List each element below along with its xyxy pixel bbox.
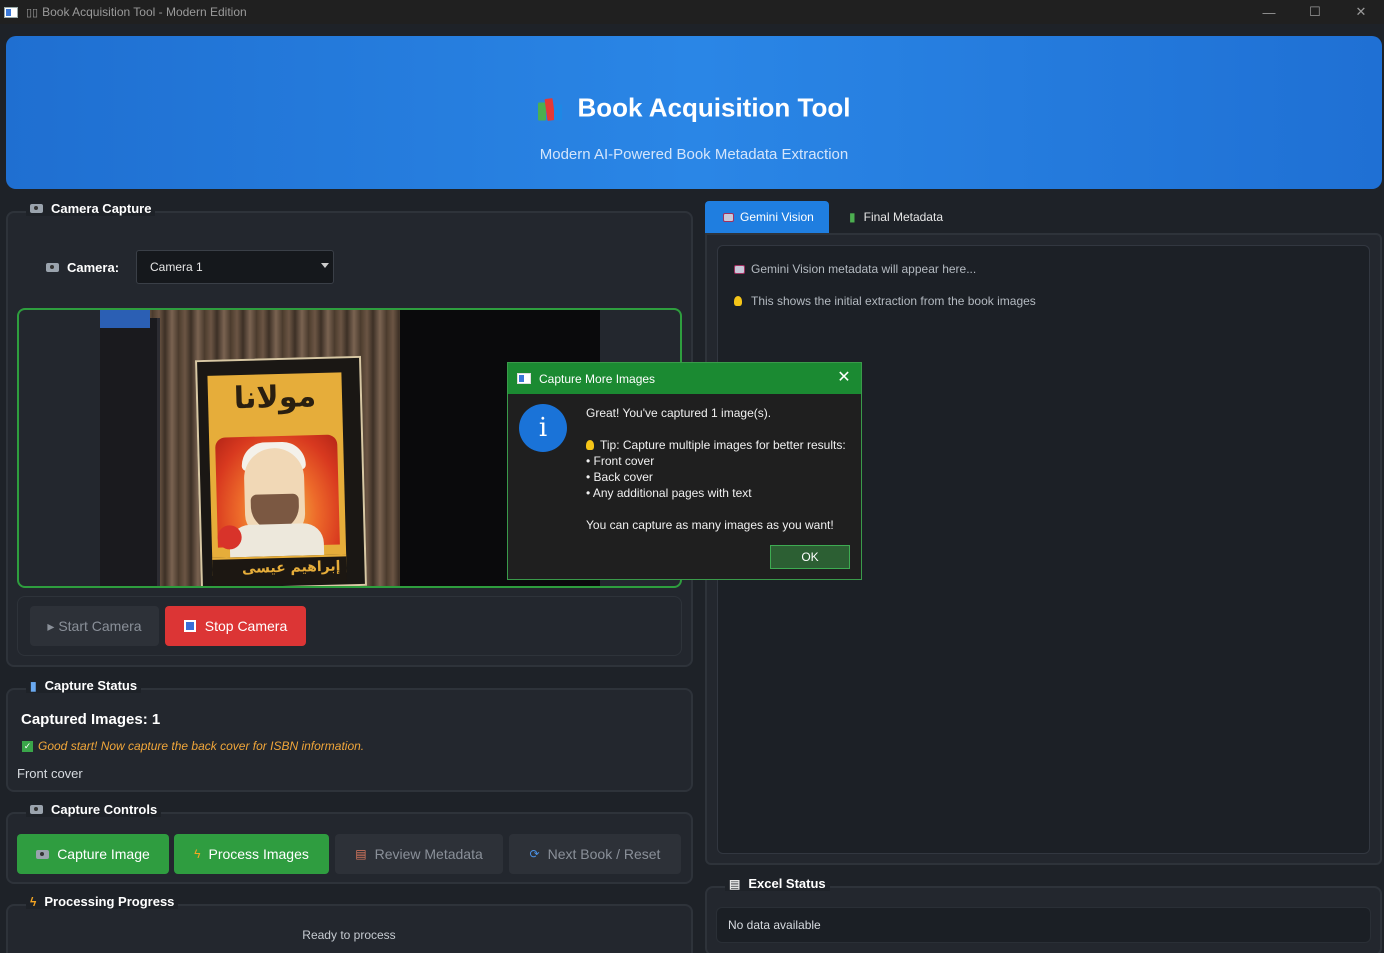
dialog-line-1: Great! You've captured 1 image(s).	[586, 406, 772, 420]
gemini-hint-1-text: Gemini Vision metadata will appear here.…	[751, 262, 977, 276]
dialog-tip: Tip: Capture multiple images for better …	[586, 438, 846, 452]
book-author-text: إبراهيم عيسى	[241, 558, 341, 578]
tab-gemini-vision[interactable]: Gemini Vision	[705, 201, 829, 233]
capture-status-title: Capture Status	[44, 678, 138, 693]
window-titlebar: ▯▯ Book Acquisition Tool - Modern Editio…	[0, 0, 1384, 24]
processing-progress-title: Processing Progress	[44, 894, 175, 909]
books-icon: ▯▯	[26, 6, 39, 19]
dialog-line-6: You can capture as many images as you wa…	[586, 518, 834, 532]
start-camera-button[interactable]: ▸ Start Camera	[30, 606, 159, 646]
app-title: Book Acquisition Tool	[577, 92, 851, 123]
gemini-hint-1: Gemini Vision metadata will appear here.…	[734, 262, 976, 276]
processing-status-text: Ready to process	[302, 928, 396, 942]
process-images-button[interactable]: ϟ Process Images	[174, 834, 329, 874]
robot-icon	[734, 264, 745, 274]
dialog-line-2: Tip: Capture multiple images for better …	[600, 438, 846, 452]
camera-select-value: Camera 1	[150, 260, 203, 274]
capture-controls-title: Capture Controls	[51, 802, 158, 817]
excel-status-text: No data available	[728, 918, 821, 932]
close-window-button[interactable]: ✕	[1338, 0, 1384, 24]
stop-camera-label: Stop Camera	[204, 618, 288, 634]
camera-icon	[46, 263, 59, 272]
app-subtitle: Modern AI-Powered Book Metadata Extracti…	[539, 146, 849, 163]
books-icon: ▮	[849, 210, 856, 224]
start-camera-label: ▸ Start Camera	[47, 617, 142, 634]
status-message-text: Good start! Now capture the back cover f…	[38, 739, 365, 753]
info-icon: i	[519, 404, 567, 452]
camera-button-row: ▸ Start Camera Stop Camera	[17, 596, 682, 656]
refresh-icon: ⟳	[529, 847, 540, 861]
minimize-button[interactable]: —	[1246, 0, 1292, 24]
tab-final-metadata[interactable]: ▮ Final Metadata	[831, 201, 961, 233]
dialog-line-4: • Back cover	[586, 470, 653, 484]
lightbulb-icon	[734, 296, 742, 306]
window-title: Book Acquisition Tool - Modern Edition	[42, 5, 247, 19]
check-icon: ✓	[22, 740, 33, 752]
chevron-down-icon	[321, 263, 329, 268]
lightning-icon: ϟ	[30, 894, 37, 909]
capture-image-button[interactable]: Capture Image	[17, 834, 169, 874]
tab-final-metadata-label: Final Metadata	[863, 210, 943, 224]
capture-more-images-dialog: Capture More Images ✕ i Great! You've ca…	[507, 362, 862, 580]
next-book-reset-label: Next Book / Reset	[547, 846, 661, 862]
gemini-hint-2: This shows the initial extraction from t…	[734, 294, 1036, 308]
dialog-line-3: • Front cover	[586, 454, 655, 468]
lightning-icon: ϟ	[194, 847, 201, 861]
app-window-icon	[517, 373, 531, 384]
next-book-reset-button[interactable]: ⟳ Next Book / Reset	[509, 834, 681, 874]
camera-icon	[30, 204, 43, 213]
stop-icon	[183, 620, 196, 632]
gemini-hint-2-text: This shows the initial extraction from t…	[751, 294, 1036, 308]
review-metadata-label: Review Metadata	[374, 846, 483, 862]
capture-image-label: Capture Image	[57, 846, 150, 862]
book-in-preview: مولانا إبراهيم عيسى	[195, 355, 367, 586]
maximize-button[interactable]: ☐	[1292, 0, 1338, 24]
app-window-icon	[4, 6, 18, 18]
document-icon: ▤	[355, 847, 367, 861]
captured-images-list: Front cover	[17, 766, 83, 781]
camera-label: Camera:	[67, 260, 120, 275]
camera-select[interactable]: Camera 1	[136, 250, 334, 284]
dialog-line-5: • Any additional pages with text	[586, 486, 752, 500]
bar-chart-icon: ▮	[30, 678, 37, 693]
camera-capture-title: Camera Capture	[51, 201, 152, 216]
close-icon[interactable]: ✕	[835, 368, 853, 386]
document-icon: ▤	[729, 876, 741, 891]
app-header: Book Acquisition Tool Modern AI-Powered …	[6, 36, 1382, 189]
review-metadata-button[interactable]: ▤ Review Metadata	[335, 834, 503, 874]
dialog-ok-label: OK	[801, 550, 819, 564]
camera-label-wrap: Camera:	[46, 260, 119, 275]
stop-camera-button[interactable]: Stop Camera	[165, 606, 306, 646]
camera-icon	[36, 849, 50, 859]
captured-images-count: Captured Images: 1	[21, 711, 161, 728]
camera-icon	[30, 805, 43, 814]
process-images-label: Process Images	[208, 846, 309, 862]
tab-gemini-vision-label: Gemini Vision	[740, 210, 814, 224]
books-icon	[537, 96, 564, 121]
robot-icon	[723, 212, 734, 222]
lightbulb-icon	[586, 440, 594, 450]
status-message: ✓ Good start! Now capture the back cover…	[22, 739, 364, 753]
excel-status-title: Excel Status	[748, 876, 826, 891]
dialog-ok-button[interactable]: OK	[770, 545, 850, 569]
dialog-titlebar: Capture More Images ✕	[508, 363, 861, 394]
dialog-title: Capture More Images	[539, 371, 656, 386]
book-title-text: مولانا	[233, 379, 317, 417]
